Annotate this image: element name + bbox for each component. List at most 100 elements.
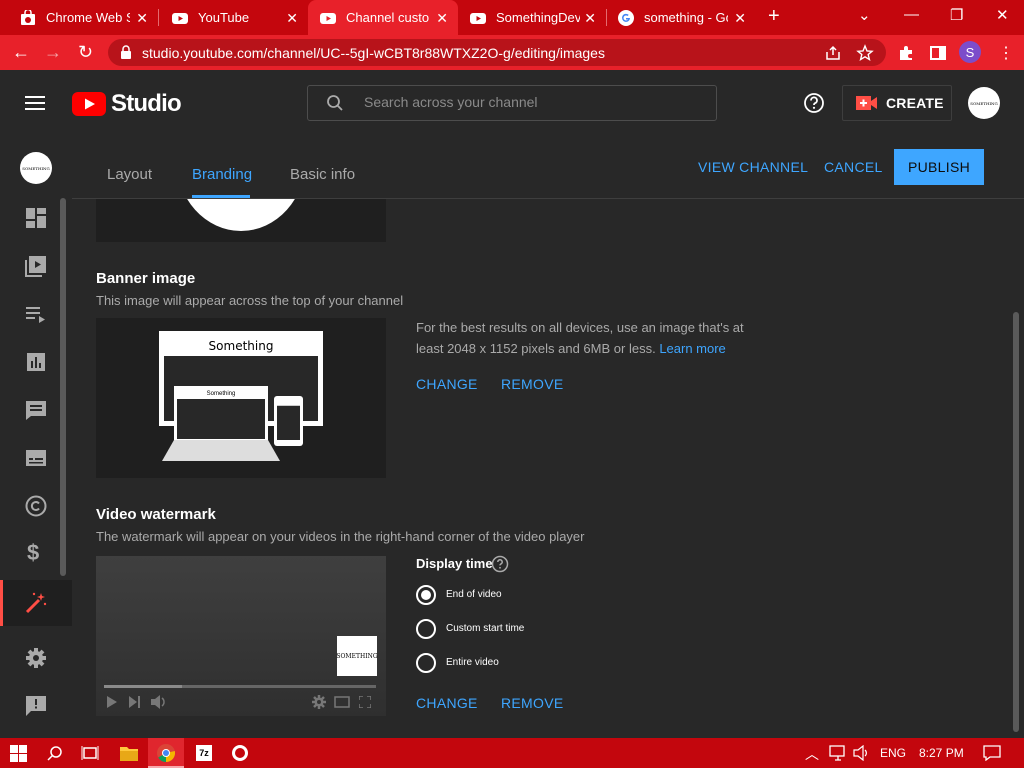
create-label: CREATE	[886, 95, 944, 111]
watermark-change-button[interactable]: CHANGE	[416, 695, 478, 711]
forward-icon[interactable]: →	[44, 42, 62, 63]
volume-taskbar-icon[interactable]	[853, 745, 871, 761]
language-indicator[interactable]: ENG	[880, 746, 906, 760]
sidebar-scrollbar[interactable]	[60, 198, 66, 576]
sidebar: SOMETHING $	[0, 136, 72, 738]
studio-logo[interactable]: Studio	[72, 90, 182, 118]
dashboard-icon[interactable]	[24, 206, 48, 230]
profile-avatar[interactable]: S	[959, 41, 981, 63]
tab-separator	[158, 9, 159, 26]
close-tab-icon[interactable]: ✕	[436, 10, 448, 27]
tab-basic-info[interactable]: Basic info	[290, 166, 355, 183]
file-explorer-icon[interactable]	[120, 745, 138, 761]
clock[interactable]: 8:27 PM	[919, 746, 964, 760]
network-icon[interactable]	[829, 745, 847, 761]
google-icon	[618, 9, 634, 26]
lock-icon	[121, 45, 131, 59]
main-content: Layout Branding Basic info VIEW CHANNEL …	[72, 136, 1024, 738]
comments-icon[interactable]	[24, 398, 48, 422]
watermark-remove-button[interactable]: REMOVE	[501, 695, 563, 711]
tab-title: Channel customization	[346, 10, 430, 25]
channel-avatar[interactable]: SOMETHING	[20, 152, 52, 184]
settings-icon[interactable]	[24, 646, 48, 670]
banner-remove-button[interactable]: REMOVE	[501, 376, 563, 392]
search-input[interactable]	[364, 94, 694, 110]
banner-section-description: This image will appear across the top of…	[96, 293, 404, 308]
restore-icon[interactable]: ❐	[950, 6, 963, 24]
side-panel-icon[interactable]	[929, 44, 947, 62]
close-tab-icon[interactable]: ✕	[286, 10, 298, 27]
watermark-progress-fill	[104, 685, 182, 688]
youtube-icon	[320, 12, 336, 24]
playlists-icon[interactable]	[24, 302, 48, 326]
notifications-icon[interactable]	[983, 745, 1001, 761]
close-window-icon[interactable]: ✕	[996, 6, 1009, 24]
account-avatar[interactable]: SOMETHING	[968, 87, 1000, 119]
tab-title: Chrome Web Store	[46, 10, 130, 25]
address-bar[interactable]: studio.youtube.com/channel/UC--5gI-wCBT8…	[108, 39, 886, 66]
chrome-menu-icon[interactable]: ⋮	[998, 43, 1014, 63]
create-button[interactable]: CREATE	[842, 85, 952, 121]
radio-end-of-video[interactable]	[416, 585, 436, 605]
watermark-section-description: The watermark will appear on your videos…	[96, 529, 585, 544]
browser-tab-chrome-web-store[interactable]: Chrome Web Store ✕	[8, 0, 158, 35]
content-icon[interactable]	[24, 254, 48, 278]
tab-layout[interactable]: Layout	[107, 166, 152, 183]
search-box[interactable]	[307, 85, 717, 121]
tab-search-icon[interactable]: ⌄	[858, 6, 871, 24]
seven-zip-icon[interactable]: 7z	[196, 745, 212, 761]
bookmark-star-icon[interactable]	[856, 44, 874, 62]
tab-title: SomethingDev	[496, 10, 580, 25]
active-tab-underline	[192, 195, 250, 198]
back-icon[interactable]: ←	[12, 42, 30, 63]
display-time-help-icon[interactable]	[491, 555, 509, 573]
publish-button[interactable]: PUBLISH	[894, 149, 984, 185]
browser-tab-google-search[interactable]: something - Google Search ✕	[606, 0, 756, 35]
sidebar-active-indicator	[0, 580, 3, 626]
banner-change-button[interactable]: CHANGE	[416, 376, 478, 392]
copyright-icon[interactable]	[24, 494, 48, 518]
banner-preview-laptop: Something	[174, 386, 268, 442]
share-icon[interactable]	[824, 44, 842, 62]
send-feedback-icon[interactable]	[24, 694, 48, 718]
customization-icon[interactable]	[24, 591, 48, 615]
show-hidden-icons-icon[interactable]: ︿	[805, 744, 819, 764]
main-scrollbar[interactable]	[1013, 312, 1019, 732]
fullscreen-icon	[359, 696, 371, 708]
close-tab-icon[interactable]: ✕	[136, 10, 148, 27]
display-time-label: Display time	[416, 556, 493, 571]
windows-start-icon[interactable]	[10, 745, 27, 762]
help-icon[interactable]	[803, 92, 825, 114]
minimize-icon[interactable]: —	[904, 6, 919, 23]
radio-entire-video[interactable]	[416, 653, 436, 673]
analytics-icon[interactable]	[24, 350, 48, 374]
option-custom-start-time-label: Custom start time	[446, 623, 525, 634]
banner-preview-phone-screen	[277, 406, 300, 440]
subtitles-icon[interactable]	[24, 446, 48, 470]
settings-gear-icon	[312, 695, 326, 709]
browser-tab-somethingdev[interactable]: SomethingDev ✕	[458, 0, 606, 35]
browser-tab-youtube[interactable]: YouTube ✕	[160, 0, 308, 35]
extensions-icon[interactable]	[897, 44, 915, 62]
view-channel-button[interactable]: VIEW CHANNEL	[698, 159, 808, 175]
browser-tab-channel-customization[interactable]: Channel customization ✕	[308, 0, 458, 35]
watermark-image: SOMETHING	[336, 636, 378, 676]
banner-preview-phone	[274, 396, 303, 446]
radio-custom-start-time[interactable]	[416, 619, 436, 639]
close-tab-icon[interactable]: ✕	[734, 10, 746, 27]
close-tab-icon[interactable]: ✕	[584, 10, 596, 27]
watermark-section-title: Video watermark	[96, 506, 216, 523]
new-tab-icon[interactable]: +	[768, 5, 780, 28]
chrome-taskbar-active[interactable]	[148, 738, 184, 768]
cancel-button[interactable]: CANCEL	[824, 159, 883, 175]
task-view-icon[interactable]	[81, 745, 99, 761]
profile-picture-preview	[96, 196, 386, 242]
youtube-icon	[470, 12, 486, 24]
screen-recorder-icon[interactable]	[231, 744, 249, 762]
tab-branding[interactable]: Branding	[192, 166, 252, 183]
reload-icon[interactable]: ↻	[78, 42, 93, 63]
learn-more-link[interactable]: Learn more	[659, 341, 725, 356]
hamburger-menu-icon[interactable]	[25, 95, 47, 111]
search-taskbar-icon[interactable]	[47, 745, 63, 761]
earn-icon[interactable]: $	[27, 540, 39, 566]
